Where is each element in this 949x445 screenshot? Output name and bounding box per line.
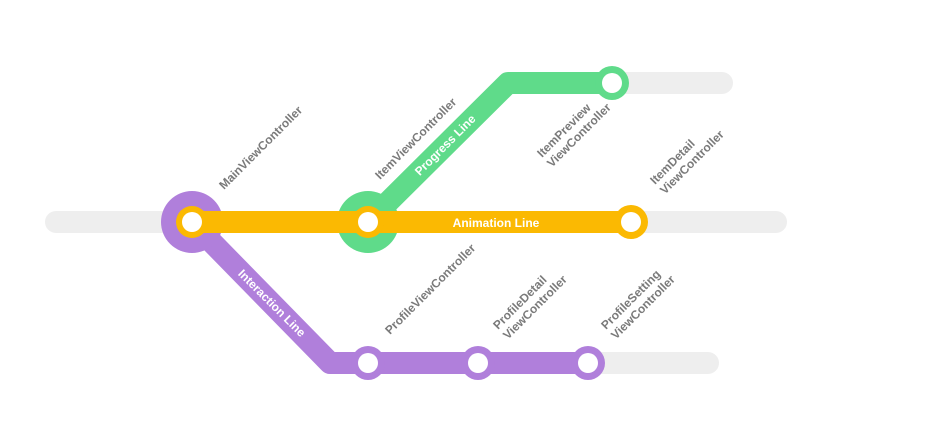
station-label-profile-detail: ProfileDetail ViewController [490, 262, 570, 342]
station-profile-core [358, 353, 378, 373]
station-profile-setting-core [578, 353, 598, 373]
station-main-core [182, 212, 202, 232]
station-item-preview-core [602, 73, 622, 93]
station-label-item-detail: ItemDetail ViewController [647, 117, 727, 197]
transit-map-diagram: Progress Line Animation Line Interaction… [45, 66, 787, 380]
station-label-main: MainViewController [216, 103, 305, 192]
animation-line-label: Animation Line [453, 216, 540, 230]
interaction-line-label: Interaction Line [235, 267, 308, 340]
station-label-profile: ProfileViewController [382, 241, 478, 337]
station-item-core [358, 212, 378, 232]
station-label-profile-setting: ProfileSetting ViewController [598, 262, 678, 342]
station-item-detail-core [621, 212, 641, 232]
station-profile-detail-core [468, 353, 488, 373]
station-label-item-preview: ItemPreview ViewController [534, 90, 614, 170]
